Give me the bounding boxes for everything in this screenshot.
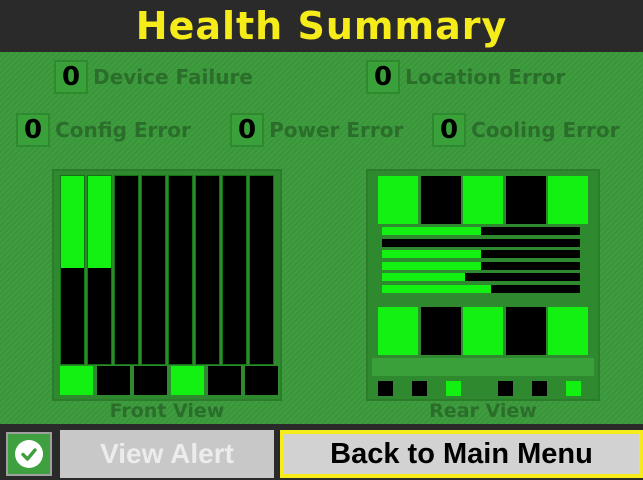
footer-bar: View Alert Back to Main Menu [0, 424, 643, 480]
back-to-main-menu-button[interactable]: Back to Main Menu [280, 430, 643, 478]
page-title: Health Summary [135, 4, 508, 48]
rear-status-led-1 [378, 381, 393, 396]
rear-top-module-4 [505, 176, 546, 224]
front-indicator-2 [97, 366, 130, 395]
front-indicator-4 [171, 366, 204, 395]
stat-power-error: 0 Power Error [230, 113, 403, 147]
stat-location-error: 0 Location Error [366, 60, 565, 94]
front-drive-bay-4 [141, 175, 166, 365]
stat-cooling-error: 0 Cooling Error [432, 113, 619, 147]
rear-slot-bar-3 [382, 250, 580, 258]
front-indicator-6 [245, 366, 278, 395]
view-alert-button[interactable]: View Alert [60, 430, 274, 478]
device-failure-label: Device Failure [93, 65, 253, 89]
rear-bottom-module-4 [505, 307, 546, 355]
stat-device-failure: 0 Device Failure [54, 60, 253, 94]
power-error-label: Power Error [269, 118, 404, 142]
check-icon [15, 440, 43, 468]
rear-slot-bar-4 [382, 261, 580, 270]
rear-slot-level [382, 250, 481, 258]
rear-power-strip [372, 358, 594, 376]
rear-slot-level [382, 261, 481, 270]
status-ok-indicator[interactable] [6, 432, 52, 476]
front-indicator-5 [208, 366, 241, 395]
config-error-count: 0 [16, 113, 51, 147]
rear-bottom-module-5 [548, 307, 588, 355]
config-error-label: Config Error [55, 118, 191, 142]
front-view-label: Front View [109, 400, 225, 422]
cooling-error-count: 0 [432, 113, 467, 147]
rear-slot-level [382, 227, 481, 235]
front-drive-bay-level [88, 176, 111, 269]
rear-top-module-3 [463, 176, 503, 224]
rear-bottom-module-2 [420, 307, 461, 355]
rear-top-module-1 [378, 176, 418, 224]
front-drive-bay-2 [87, 175, 112, 365]
rear-status-led-6 [566, 381, 581, 396]
title-bar: Health Summary [0, 0, 643, 52]
rear-top-module-5 [548, 176, 588, 224]
device-failure-count: 0 [54, 60, 89, 94]
front-drive-bay-1 [60, 175, 85, 365]
rear-slot-bar-1 [382, 227, 580, 235]
front-drive-bay-6 [195, 175, 220, 365]
health-summary-screen: Health Summary 0 Device Failure 0 Locati… [0, 0, 643, 480]
rear-status-led-5 [532, 381, 547, 396]
back-to-main-menu-label: Back to Main Menu [284, 434, 639, 474]
stat-config-error: 0 Config Error [16, 113, 191, 147]
front-drive-bay-level [61, 176, 84, 269]
front-drive-bay-7 [222, 175, 247, 365]
front-indicator-3 [134, 366, 167, 395]
rear-status-led-3 [446, 381, 461, 396]
summary-panel: 0 Device Failure 0 Location Error 0 Conf… [0, 52, 643, 424]
rear-slot-bar-6 [382, 284, 580, 293]
location-error-count: 0 [366, 60, 401, 94]
front-indicator-1 [60, 366, 93, 395]
location-error-label: Location Error [405, 65, 566, 89]
front-drive-bay-5 [168, 175, 193, 365]
cooling-error-label: Cooling Error [471, 118, 620, 142]
rear-status-led-4 [498, 381, 513, 396]
rear-slot-level [382, 284, 491, 293]
rear-slot-level [382, 273, 466, 281]
rear-view-label: Rear View [429, 400, 537, 422]
rear-top-module-2 [420, 176, 461, 224]
rear-slot-bar-2 [382, 238, 580, 247]
power-error-count: 0 [230, 113, 265, 147]
rear-bottom-module-1 [378, 307, 418, 355]
front-drive-bay-8 [249, 175, 274, 365]
front-drive-bay-3 [114, 175, 139, 365]
rear-bottom-module-3 [463, 307, 503, 355]
rear-status-led-2 [412, 381, 427, 396]
rear-slot-bar-5 [382, 273, 580, 281]
front-view-diagram [52, 169, 282, 401]
rear-view-diagram [366, 169, 600, 401]
